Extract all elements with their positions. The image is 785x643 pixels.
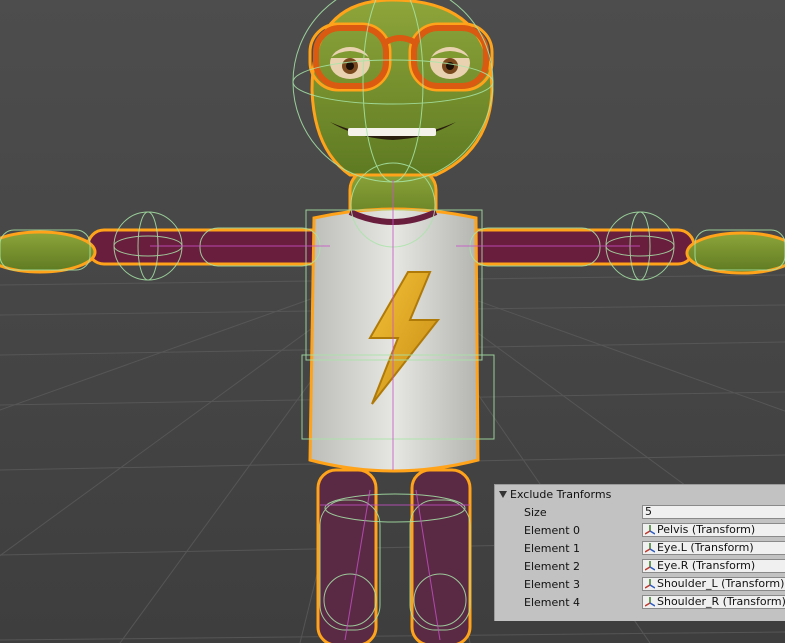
element-row-2: Element 2 Eye.R (Transform)	[495, 558, 785, 576]
triangle-down-icon[interactable]	[499, 491, 507, 498]
exclude-transforms-inspector: Exclude Tranforms Size 5 Element 0 Pelvi…	[494, 484, 785, 621]
size-row: Size 5	[495, 504, 785, 522]
element-row-0: Element 0 Pelvis (Transform)	[495, 522, 785, 540]
exclude-transforms-foldout[interactable]: Exclude Tranforms	[497, 487, 611, 502]
element-label: Element 4	[524, 596, 581, 609]
element-label: Element 2	[524, 560, 581, 573]
transform-axes-icon	[645, 597, 655, 607]
element-row-1: Element 1 Eye.L (Transform)	[495, 540, 785, 558]
element-row-3: Element 3 Shoulder_L (Transform)	[495, 576, 785, 594]
transform-object-field[interactable]: Shoulder_L (Transform)	[642, 577, 785, 591]
transform-axes-icon	[645, 543, 655, 553]
element-label: Element 3	[524, 578, 581, 591]
transform-object-field[interactable]: Pelvis (Transform)	[642, 523, 785, 537]
transform-axes-icon	[645, 579, 655, 589]
transform-axes-icon	[645, 525, 655, 535]
transform-axes-icon	[645, 561, 655, 571]
transform-value: Shoulder_R (Transform)	[657, 595, 785, 608]
exclude-transforms-title: Exclude Tranforms	[510, 488, 612, 501]
transform-object-field[interactable]: Eye.L (Transform)	[642, 541, 785, 555]
element-label: Element 0	[524, 524, 581, 537]
transform-value: Pelvis (Transform)	[657, 523, 756, 536]
element-label: Element 1	[524, 542, 581, 555]
transform-value: Eye.L (Transform)	[657, 541, 754, 554]
transform-object-field[interactable]: Shoulder_R (Transform)	[642, 595, 785, 609]
size-label: Size	[524, 506, 547, 519]
element-row-4: Element 4 Shoulder_R (Transform)	[495, 594, 785, 612]
transform-value: Eye.R (Transform)	[657, 559, 756, 572]
transform-value: Shoulder_L (Transform)	[657, 577, 785, 590]
size-input[interactable]: 5	[642, 505, 785, 519]
transform-object-field[interactable]: Eye.R (Transform)	[642, 559, 785, 573]
